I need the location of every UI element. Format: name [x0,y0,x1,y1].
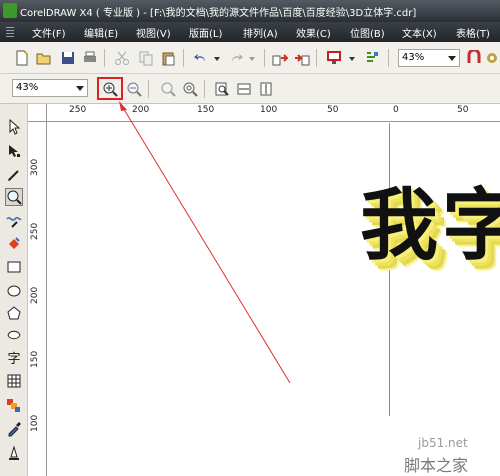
freehand-tool-icon[interactable] [5,212,23,230]
export-icon[interactable] [294,50,310,66]
ruler-label: 50 [457,105,469,115]
menu-table[interactable]: 表格(T) [456,25,490,40]
window-title: CorelDRAW X4 ( 专业版 ) - [F:\我的文档\我的源文件作品\… [20,8,417,19]
ruler-origin[interactable] [28,104,47,122]
chevron-down-icon[interactable] [76,86,84,91]
menu-effects[interactable]: 效果(C) [296,25,331,40]
eyedropper-tool-icon[interactable] [5,420,23,438]
property-zoom-value: 43% [16,82,39,93]
menu-text[interactable]: 文本(X) [402,25,437,40]
ruler-label: 150 [30,350,40,368]
ruler-label: 200 [132,105,150,115]
zoom-in-highlight [97,77,123,100]
ruler-label: 0 [393,105,399,115]
new-document-icon[interactable] [14,50,30,66]
welcome-screen-icon[interactable] [364,50,380,66]
ruler-label: 150 [197,105,215,115]
smart-fill-tool-icon[interactable] [5,234,23,252]
launcher-dropdown-icon[interactable] [344,50,360,66]
menu-file[interactable]: 文件(F) [32,25,66,40]
cut-icon[interactable] [114,50,130,66]
polygon-tool-icon[interactable] [5,304,23,322]
chevron-down-icon[interactable] [448,56,456,61]
outline-tool-icon[interactable] [5,444,23,462]
toolbox: 字 [0,104,28,476]
vertical-ruler[interactable]: 300 250 200 150 100 [28,122,47,476]
zoom-level-value: 43% [402,52,425,63]
redo-dropdown-icon[interactable] [244,50,260,66]
menu-grip-icon [6,27,14,37]
table-tool-icon[interactable] [5,372,23,390]
import-icon[interactable] [272,50,288,66]
watermark-name: 脚本之家 [404,456,469,475]
ruler-label: 50 [327,105,339,115]
property-zoom-combo[interactable]: 43% [12,79,88,97]
zoom-to-all-objects-icon[interactable] [182,81,198,97]
undo-dropdown-icon[interactable] [209,50,225,66]
text-tool-icon[interactable]: 字 [5,348,23,367]
zoom-tool-icon[interactable] [5,188,23,206]
menu-bitmaps[interactable]: 位图(B) [350,25,385,40]
snap-to-icon[interactable] [466,50,482,66]
copy-icon[interactable] [138,50,154,66]
ruler-label: 300 [30,158,40,176]
horizontal-ruler[interactable]: 250 200 150 100 50 0 50 [47,104,500,122]
shape-tool-icon[interactable] [5,142,23,160]
menu-layout[interactable]: 版面(L) [189,25,222,40]
print-icon[interactable] [82,50,98,66]
menu-arrange[interactable]: 排列(A) [243,25,278,40]
zoom-out-icon[interactable] [126,81,142,97]
ruler-label: 100 [260,105,278,115]
paste-icon[interactable] [160,50,176,66]
crop-tool-icon[interactable] [5,166,23,184]
ruler-label: 100 [30,414,40,432]
ruler-label: 250 [69,105,87,115]
basic-shapes-tool-icon[interactable] [5,326,23,344]
menu-view[interactable]: 视图(V) [136,25,171,40]
watermark-site: jb51.net [418,436,468,450]
ellipse-tool-icon[interactable] [5,282,23,300]
application-launcher-icon[interactable] [326,50,342,66]
property-bar: 43% [0,74,500,104]
interactive-blend-tool-icon[interactable] [5,396,23,414]
coreldraw-app-icon [3,3,17,18]
3d-text-artwork[interactable]: 我字 [360,163,500,275]
options-icon[interactable] [484,50,500,66]
menu-edit[interactable]: 编辑(E) [84,25,118,40]
redo-icon[interactable] [228,50,244,66]
menu-bar: 文件(F) 编辑(E) 视图(V) 版面(L) 排列(A) 效果(C) 位图(B… [0,22,500,42]
undo-icon[interactable] [193,50,209,66]
ruler-label: 250 [30,222,40,240]
zoom-to-page-height-icon[interactable] [258,81,274,97]
zoom-to-page-icon[interactable] [214,81,230,97]
zoom-level-combo[interactable]: 43% [398,49,460,67]
title-bar: CorelDRAW X4 ( 专业版 ) - [F:\我的文档\我的源文件作品\… [0,0,500,22]
zoom-to-selected-icon[interactable] [160,81,176,97]
zoom-to-page-width-icon[interactable] [236,81,252,97]
open-icon[interactable] [36,50,52,66]
save-icon[interactable] [60,50,76,66]
ruler-label: 200 [30,286,40,304]
pick-tool-icon[interactable] [5,118,23,136]
standard-toolbar: 43% [0,42,500,74]
rectangle-tool-icon[interactable] [5,258,23,276]
